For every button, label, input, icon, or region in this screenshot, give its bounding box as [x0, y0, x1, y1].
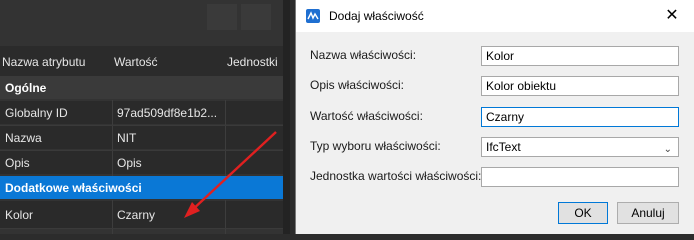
property-value-input[interactable] — [481, 107, 679, 127]
table-row[interactable]: Nazwa NIT — [0, 126, 283, 149]
dialog-titlebar[interactable]: Dodaj właściwość ✕ — [296, 0, 694, 32]
column-divider — [225, 100, 226, 176]
attribute-value: 97ad509df8e1b2... — [117, 106, 218, 120]
property-description-label: Opis właściwości: — [310, 78, 405, 92]
column-header-name[interactable]: Nazwa atrybutu — [2, 55, 85, 69]
attribute-value: NIT — [117, 131, 137, 145]
attribute-value: Opis — [117, 156, 142, 170]
attribute-name: Opis — [5, 156, 30, 170]
group-label: Dodatkowe właściwości — [5, 181, 142, 195]
toolbar-button[interactable] — [207, 4, 237, 30]
property-name-label: Nazwa właściwości: — [310, 48, 417, 62]
table-row[interactable]: Kolor Czarny — [0, 201, 283, 228]
property-unit-input[interactable] — [481, 167, 679, 187]
row-divider — [0, 125, 283, 126]
group-row-general[interactable]: Ogólne — [0, 76, 283, 99]
cancel-button[interactable]: Anuluj — [617, 202, 679, 224]
column-header-units[interactable]: Jednostki — [227, 55, 278, 69]
property-name-input[interactable] — [481, 46, 679, 66]
group-label: Ogólne — [5, 81, 47, 95]
table-row[interactable]: Opis Opis — [0, 151, 283, 174]
attribute-name: Globalny ID — [5, 106, 68, 120]
toolbar-button[interactable] — [241, 4, 271, 30]
add-property-dialog: Dodaj właściwość ✕ Nazwa właściwości: Op… — [295, 0, 694, 234]
attribute-name: Nazwa — [5, 131, 42, 145]
dialog-title: Dodaj właściwość — [329, 9, 424, 23]
attribute-value: Czarny — [117, 208, 156, 222]
column-header-value[interactable]: Wartość — [114, 55, 158, 69]
app-logo-icon — [306, 9, 320, 23]
column-divider — [112, 100, 113, 176]
property-unit-label: Jednostka wartości właściwości: — [310, 169, 482, 183]
table-row[interactable]: Globalny ID 97ad509df8e1b2... — [0, 101, 283, 124]
property-type-selected: IfcText — [486, 140, 521, 154]
close-icon[interactable]: ✕ — [649, 0, 694, 32]
row-divider — [0, 150, 283, 151]
property-type-label: Typ wyboru właściwości: — [310, 139, 441, 153]
chevron-down-icon: ⌄ — [663, 144, 672, 155]
row-divider — [0, 228, 283, 229]
property-type-select[interactable]: IfcText ⌄ — [481, 137, 679, 157]
property-value-label: Wartość właściwości: — [310, 109, 423, 123]
group-row-additional-properties[interactable]: Dodatkowe właściwości — [0, 176, 283, 199]
panel-splitter[interactable] — [283, 0, 290, 234]
ok-button[interactable]: OK — [558, 202, 608, 224]
attribute-name: Kolor — [5, 208, 34, 222]
property-description-input[interactable] — [481, 76, 679, 96]
